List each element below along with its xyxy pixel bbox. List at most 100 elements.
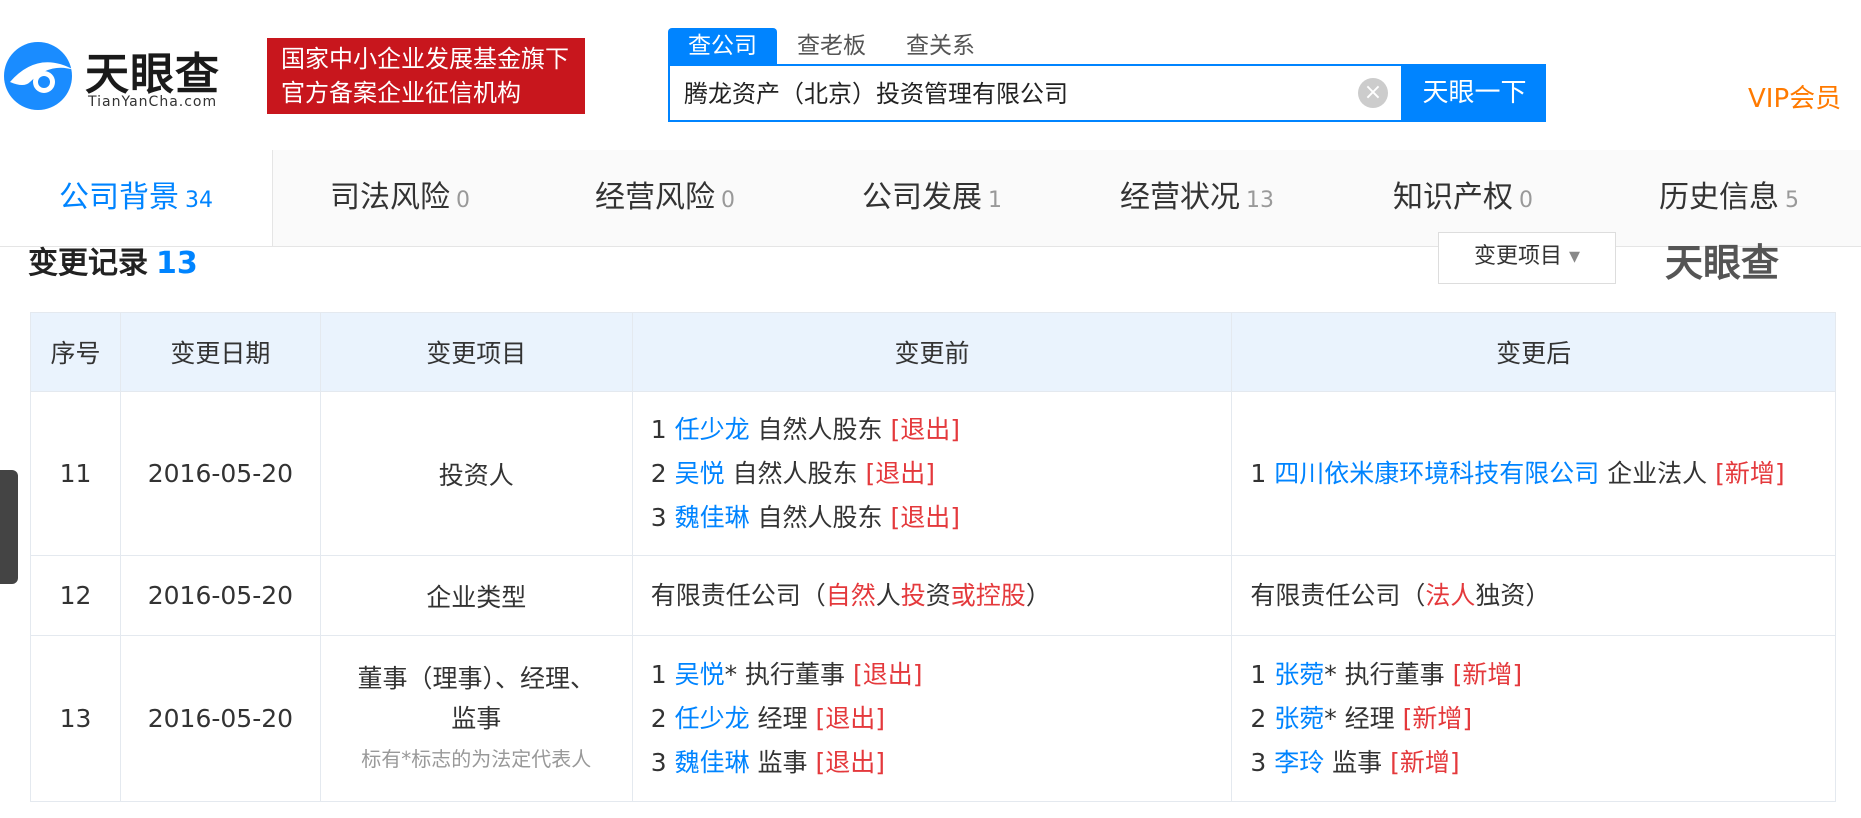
section-title-label: 变更记录 <box>28 246 148 281</box>
col-header: 变更后 <box>1231 312 1836 392</box>
person-link[interactable]: 李玲 <box>1274 748 1324 777</box>
nav-count: 1 <box>988 188 1002 213</box>
logo-text: 天眼查 <box>85 49 220 100</box>
after-cell: 1 四川依米康环境科技有限公司 企业法人 [新增] <box>1231 391 1836 556</box>
list-item: 1 四川依米康环境科技有限公司 企业法人 [新增] <box>1250 452 1817 496</box>
row-number: 12 <box>30 555 121 636</box>
badge-line-1: 国家中小企业发展基金旗下 <box>281 45 569 73</box>
nav-business-risk[interactable]: 经营风险 0 <box>595 150 735 246</box>
change-item-filter[interactable]: 变更项目 ▾ <box>1438 232 1616 284</box>
person-link[interactable]: 吴悦 <box>675 459 725 488</box>
nav-count: 0 <box>1519 188 1533 213</box>
col-header: 变更项目 <box>319 312 633 392</box>
nav-count: 5 <box>1785 188 1799 213</box>
item-index: 2 <box>650 458 667 488</box>
status-tag: [退出] <box>815 703 886 733</box>
person-link[interactable]: 吴悦 <box>675 660 725 689</box>
item-index: 3 <box>650 502 667 532</box>
nav-label: 经营状况 <box>1120 180 1240 215</box>
nav-label: 司法风险 <box>330 180 450 215</box>
diff-highlight: 或控股 <box>950 580 1026 610</box>
item-index: 2 <box>1250 703 1267 733</box>
tianyancha-logo[interactable]: 天眼查 TianYanCha.com <box>0 36 250 116</box>
change-date: 2016-05-20 <box>119 555 321 636</box>
role-text: 监事 <box>1332 747 1383 777</box>
nav-divider <box>272 150 273 246</box>
person-link[interactable]: 魏佳琳 <box>675 748 750 777</box>
legal-rep-note: 标有*标志的为法定代表人 <box>361 746 592 771</box>
status-tag: [新增] <box>1452 659 1523 689</box>
diff-highlight: 法人 <box>1425 580 1476 610</box>
status-tag: [新增] <box>1402 703 1473 733</box>
item-index: 3 <box>1250 747 1267 777</box>
search-box: × <box>668 64 1403 122</box>
vip-link[interactable]: VIP会员 <box>1748 78 1841 115</box>
table-row: 12 2016-05-20 企业类型 有限责任公司（自然人投资或控股） 有限责任… <box>30 555 1836 636</box>
col-header: 变更前 <box>631 312 1233 392</box>
filter-label: 变更项目 <box>1473 244 1562 269</box>
diff-highlight: 投 <box>900 580 926 610</box>
role-text: 监事 <box>757 747 808 777</box>
chevron-down-icon: ▾ <box>1568 244 1581 269</box>
header: 天眼查 TianYanCha.com 国家中小企业发展基金旗下 官方备案企业征信… <box>0 0 1861 150</box>
text-part: 有限责任公司（ <box>1250 580 1426 610</box>
change-item: 董事（理事）、经理、监事标有*标志的为法定代表人 <box>319 635 633 802</box>
tab-search-boss[interactable]: 查老板 <box>777 28 886 64</box>
role-text: * 执行董事 <box>724 659 846 689</box>
role-text: 经理 <box>757 703 808 733</box>
text-part: 有限责任公司（ <box>650 580 826 610</box>
person-link[interactable]: 任少龙 <box>675 704 750 733</box>
list-item: 2 任少龙 经理 [退出] <box>651 697 1214 741</box>
section-title: 变更记录 13 <box>28 238 198 282</box>
nav-legal-risk[interactable]: 司法风险 0 <box>330 150 470 246</box>
item-index: 1 <box>1250 659 1267 689</box>
diff-highlight: 自然 <box>825 580 876 610</box>
nav-label: 历史信息 <box>1659 180 1779 215</box>
side-feedback-handle[interactable] <box>0 470 18 584</box>
search-input[interactable] <box>682 66 1286 122</box>
search-button[interactable]: 天眼一下 <box>1403 64 1546 122</box>
role-text: * 经理 <box>1324 703 1395 733</box>
list-item: 3 魏佳琳 自然人股东 [退出] <box>651 496 1214 540</box>
table-row: 11 2016-05-20 投资人 1 任少龙 自然人股东 [退出] 2 吴悦 … <box>30 391 1836 556</box>
list-item: 1 吴悦* 执行董事 [退出] <box>651 653 1214 697</box>
status-tag: [退出] <box>853 659 923 689</box>
logo-domain: TianYanCha.com <box>88 94 218 110</box>
before-cell: 1 任少龙 自然人股东 [退出] 2 吴悦 自然人股东 [退出] 3 魏佳琳 自… <box>631 391 1233 556</box>
list-item: 1 任少龙 自然人股东 [退出] <box>651 408 1214 452</box>
clear-icon[interactable]: × <box>1358 78 1388 108</box>
nav-company-background[interactable]: 公司背景 34 <box>0 150 272 246</box>
person-link[interactable]: 张菀 <box>1274 660 1324 689</box>
company-link[interactable]: 四川依米康环境科技有限公司 <box>1274 459 1599 488</box>
nav-business-status[interactable]: 经营状况 13 <box>1120 150 1274 246</box>
row-number: 11 <box>30 391 121 556</box>
nav-company-development[interactable]: 公司发展 1 <box>862 150 1002 246</box>
person-link[interactable]: 任少龙 <box>675 415 750 444</box>
tab-search-relation[interactable]: 查关系 <box>886 28 995 64</box>
tab-search-company[interactable]: 查公司 <box>668 28 777 64</box>
role-text: 自然人股东 <box>757 502 883 532</box>
person-link[interactable]: 张菀 <box>1274 704 1324 733</box>
text-part: 资 <box>925 580 951 610</box>
before-cell: 有限责任公司（自然人投资或控股） <box>631 555 1233 636</box>
status-tag: [新增] <box>1715 458 1785 488</box>
eye-logo-icon <box>4 42 74 110</box>
item-index: 3 <box>650 747 667 777</box>
nav-count: 13 <box>1246 188 1274 213</box>
item-index: 1 <box>650 414 667 444</box>
nav-label: 经营风险 <box>595 180 715 215</box>
item-index: 1 <box>650 659 667 689</box>
change-record-table: 序号 变更日期 变更项目 变更前 变更后 11 2016-05-20 投资人 1… <box>30 312 1836 802</box>
row-number: 13 <box>30 635 121 802</box>
nav-count: 0 <box>721 188 735 213</box>
status-tag: [退出] <box>815 747 886 777</box>
status-tag: [新增] <box>1390 747 1460 777</box>
search-tabs: 查公司 查老板 查关系 <box>668 28 995 64</box>
after-cell: 有限责任公司（法人独资） <box>1231 555 1836 636</box>
person-link[interactable]: 魏佳琳 <box>675 503 750 532</box>
list-item: 1 张菀* 执行董事 [新增] <box>1250 653 1817 697</box>
role-text: 自然人股东 <box>757 414 883 444</box>
status-tag: [退出] <box>865 458 936 488</box>
change-item-label: 董事（理事）、经理、监事 <box>357 663 596 733</box>
table-row: 13 2016-05-20 董事（理事）、经理、监事 标有*标志的为法定代表人 1… <box>30 635 1836 802</box>
